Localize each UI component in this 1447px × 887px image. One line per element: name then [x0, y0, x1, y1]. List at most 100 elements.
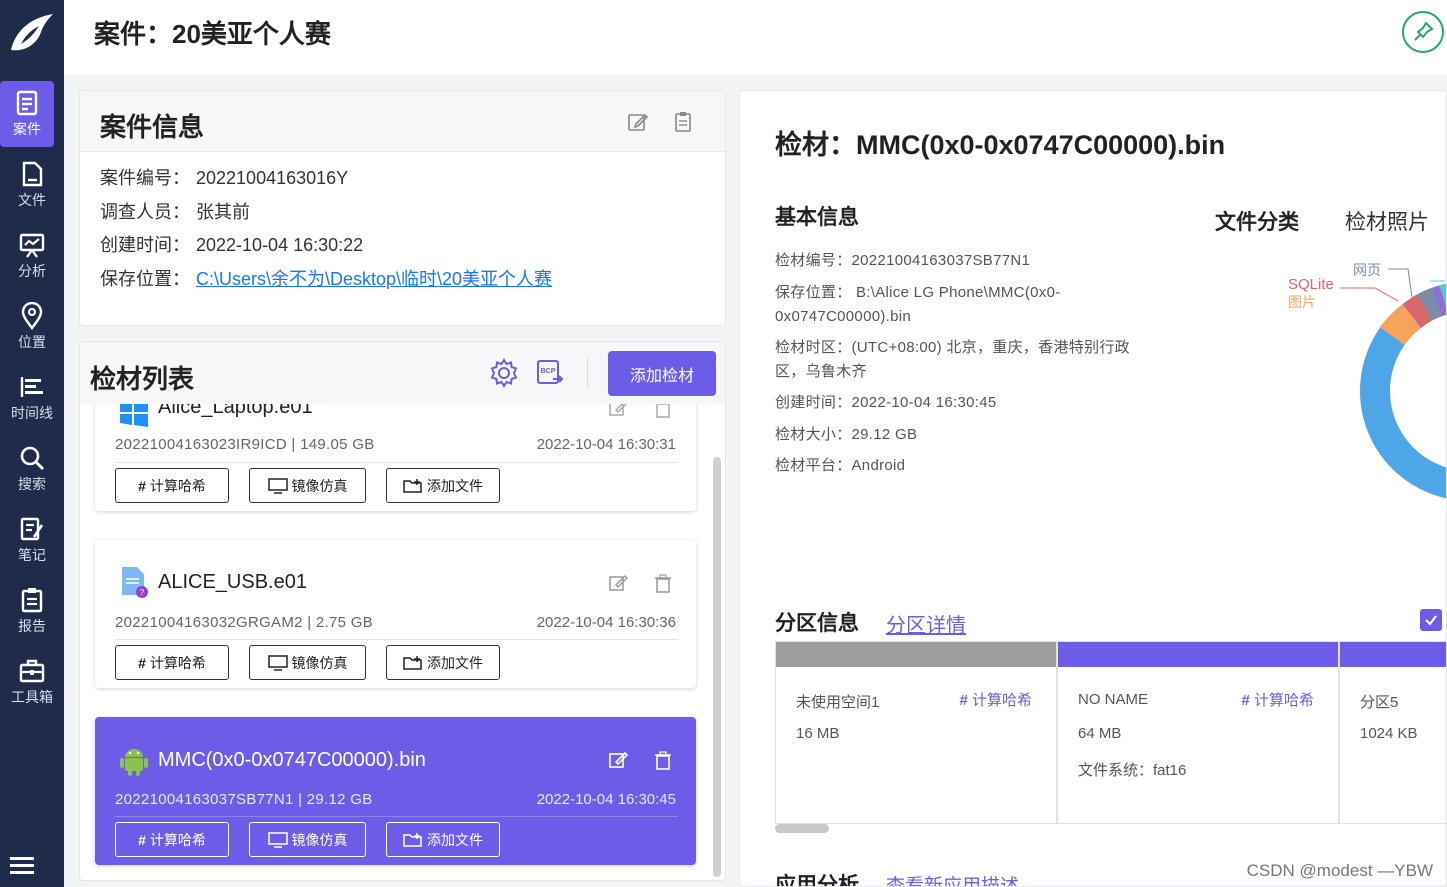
evidence-list-header: 检材列表 BCP 添加检材	[80, 342, 725, 404]
partition-color-bar	[1058, 642, 1338, 667]
evidence-number-line: 检材编号：20221004163037SB77N1	[775, 252, 1031, 269]
evidence-item-selected[interactable]: MMC(0x0-0x0747C00000).bin 20221004163037…	[95, 717, 696, 865]
compute-hash-link[interactable]: # 计算哈希	[959, 689, 1032, 710]
pin-icon	[1414, 21, 1434, 41]
partition-size: 64 MB	[1078, 725, 1122, 742]
case-number-row: 案件编号： 20221004163016Y	[100, 164, 348, 190]
investigator-row: 调查人员： 张其前	[100, 198, 250, 224]
svg-text:BCP: BCP	[541, 368, 556, 375]
sidebar-item-label: 报告	[18, 618, 46, 634]
location-row: 保存位置： C:\Users\余不为\Desktop\临时\20美亚个人赛	[100, 265, 552, 291]
delete-icon[interactable]	[653, 750, 673, 770]
note-icon	[20, 517, 44, 541]
partition-info-title: 分区信息	[775, 612, 859, 635]
timeline-icon	[20, 377, 43, 397]
scrollbar[interactable]	[713, 457, 721, 877]
partition-card[interactable]: 分区5 1024 KB	[1339, 641, 1446, 824]
watermark: CSDN @modest —YBW	[1246, 861, 1433, 880]
app-logo	[0, 0, 64, 66]
hash-icon: #	[138, 831, 146, 848]
evidence-scroll-area[interactable]: Alice_Laptop.e01 20221004163023IR9ICD | …	[80, 404, 725, 880]
location-link[interactable]: C:\Users\余不为\Desktop\临时\20美亚个人赛	[196, 269, 552, 289]
view-app-description-link[interactable]: 查看新应用描述	[886, 871, 1019, 886]
bcp-export-icon[interactable]: BCP	[535, 357, 565, 387]
evidence-name: MMC(0x0-0x0747C00000).bin	[158, 749, 426, 771]
edit-icon[interactable]	[608, 750, 628, 770]
evidence-detail-title: 检材：MMC(0x0-0x0747C00000).bin	[775, 130, 1226, 160]
edit-icon[interactable]	[627, 111, 649, 133]
sidebar-item-search[interactable]: 搜索	[0, 436, 64, 502]
button-label: 镜像仿真	[291, 654, 348, 671]
tab-file-classify[interactable]: 文件分类	[1215, 206, 1299, 236]
tab-evidence-photo[interactable]: 检材照片	[1345, 206, 1429, 236]
delete-icon[interactable]	[653, 573, 673, 593]
partition-detail-link[interactable]: 分区详情	[886, 609, 966, 638]
sidebar-item-analysis[interactable]: 分析	[0, 223, 64, 289]
add-folder-icon	[403, 655, 422, 670]
basic-info-title: 基本信息	[775, 206, 859, 229]
compute-hash-button[interactable]: # 计算哈希	[115, 468, 229, 503]
evidence-meta: 20221004163032GRGAM2 | 2.75 GB	[115, 614, 374, 631]
sidebar-item-label: 案件	[13, 121, 41, 137]
created-value: 2022-10-04 16:30:22	[196, 235, 364, 255]
svg-text:?: ?	[140, 588, 145, 597]
usb-file-icon: ?	[122, 567, 148, 598]
evidence-item[interactable]: Alice_Laptop.e01 20221004163023IR9ICD | …	[95, 404, 696, 511]
sidebar: 案件 文件 分析 位置 时间线 搜索 笔记 报告 工具箱	[0, 0, 64, 887]
delete-icon[interactable]	[653, 404, 673, 418]
partition-size: 16 MB	[796, 725, 840, 742]
pin-button[interactable]	[1402, 11, 1444, 53]
sidebar-item-label: 时间线	[11, 405, 53, 421]
sidebar-item-label: 文件	[18, 192, 46, 208]
add-file-button[interactable]: 添加文件	[386, 822, 500, 857]
sidebar-item-timeline[interactable]: 时间线	[0, 365, 64, 431]
button-label: 计算哈希	[149, 654, 206, 671]
add-file-button[interactable]: 添加文件	[386, 468, 500, 503]
location-icon	[21, 302, 43, 330]
settings-gear-icon[interactable]	[489, 358, 519, 388]
app-analysis-title: 应用分析	[775, 874, 859, 887]
compute-hash-button[interactable]: # 计算哈希	[115, 645, 229, 680]
clipboard-icon[interactable]	[672, 111, 694, 133]
evidence-list-title: 检材列表	[90, 364, 195, 394]
sidebar-item-note[interactable]: 笔记	[0, 507, 64, 573]
hash-label: 计算哈希	[971, 692, 1032, 709]
partition-list[interactable]: 未使用空间1 # 计算哈希 16 MB NO NAME # 计算哈希 64 MB…	[775, 641, 1446, 824]
hash-icon: #	[138, 654, 146, 671]
sidebar-item-report[interactable]: 报告	[0, 578, 64, 644]
evidence-time: 2022-10-04 16:30:45	[536, 791, 676, 808]
partition-filesystem: 文件系统：fat16	[1078, 762, 1187, 779]
evidence-time: 2022-10-04 16:30:31	[536, 436, 676, 453]
sidebar-item-file[interactable]: 文件	[0, 152, 64, 218]
menu-icon[interactable]	[10, 855, 36, 875]
divider	[587, 358, 588, 388]
monitor-icon	[267, 654, 288, 671]
sidebar-item-label: 位置	[18, 334, 46, 350]
add-file-button[interactable]: 添加文件	[386, 645, 500, 680]
sidebar-item-toolbox[interactable]: 工具箱	[0, 649, 64, 715]
mirror-emulate-button[interactable]: 镜像仿真	[249, 822, 366, 857]
mirror-emulate-button[interactable]: 镜像仿真	[249, 468, 366, 503]
edit-icon[interactable]	[608, 573, 628, 593]
partition-card[interactable]: NO NAME # 计算哈希 64 MB 文件系统：fat16	[1057, 641, 1339, 824]
divider	[115, 462, 678, 463]
partition-color-bar	[1340, 642, 1446, 667]
mirror-emulate-button[interactable]: 镜像仿真	[249, 645, 366, 680]
add-evidence-button[interactable]: 添加检材	[608, 351, 716, 396]
evidence-item[interactable]: ? ALICE_USB.e01 20221004163032GRGAM2 | 2…	[95, 540, 696, 688]
sidebar-item-location[interactable]: 位置	[0, 294, 64, 360]
horizontal-scrollbar[interactable]	[775, 824, 829, 833]
compute-hash-button[interactable]: # 计算哈希	[115, 822, 229, 857]
evidence-created-line: 创建时间：2022-10-04 16:30:45	[775, 394, 997, 411]
partition-card[interactable]: 未使用空间1 # 计算哈希 16 MB	[775, 641, 1057, 824]
partition-checkbox[interactable]	[1420, 609, 1442, 631]
evidence-timezone-line: 检材时区：(UTC+08:00) 北京，重庆，香港特别行政区，乌鲁木齐	[775, 339, 1130, 380]
sidebar-item-case[interactable]: 案件	[0, 81, 54, 147]
partition-size: 1024 KB	[1360, 725, 1418, 742]
evidence-meta: 20221004163037SB77N1 | 29.12 GB	[115, 791, 373, 808]
case-icon	[16, 90, 38, 116]
compute-hash-link[interactable]: # 计算哈希	[1241, 689, 1314, 710]
evidence-name: ALICE_USB.e01	[158, 571, 307, 593]
edit-icon[interactable]	[608, 404, 628, 418]
report-icon	[21, 588, 43, 613]
